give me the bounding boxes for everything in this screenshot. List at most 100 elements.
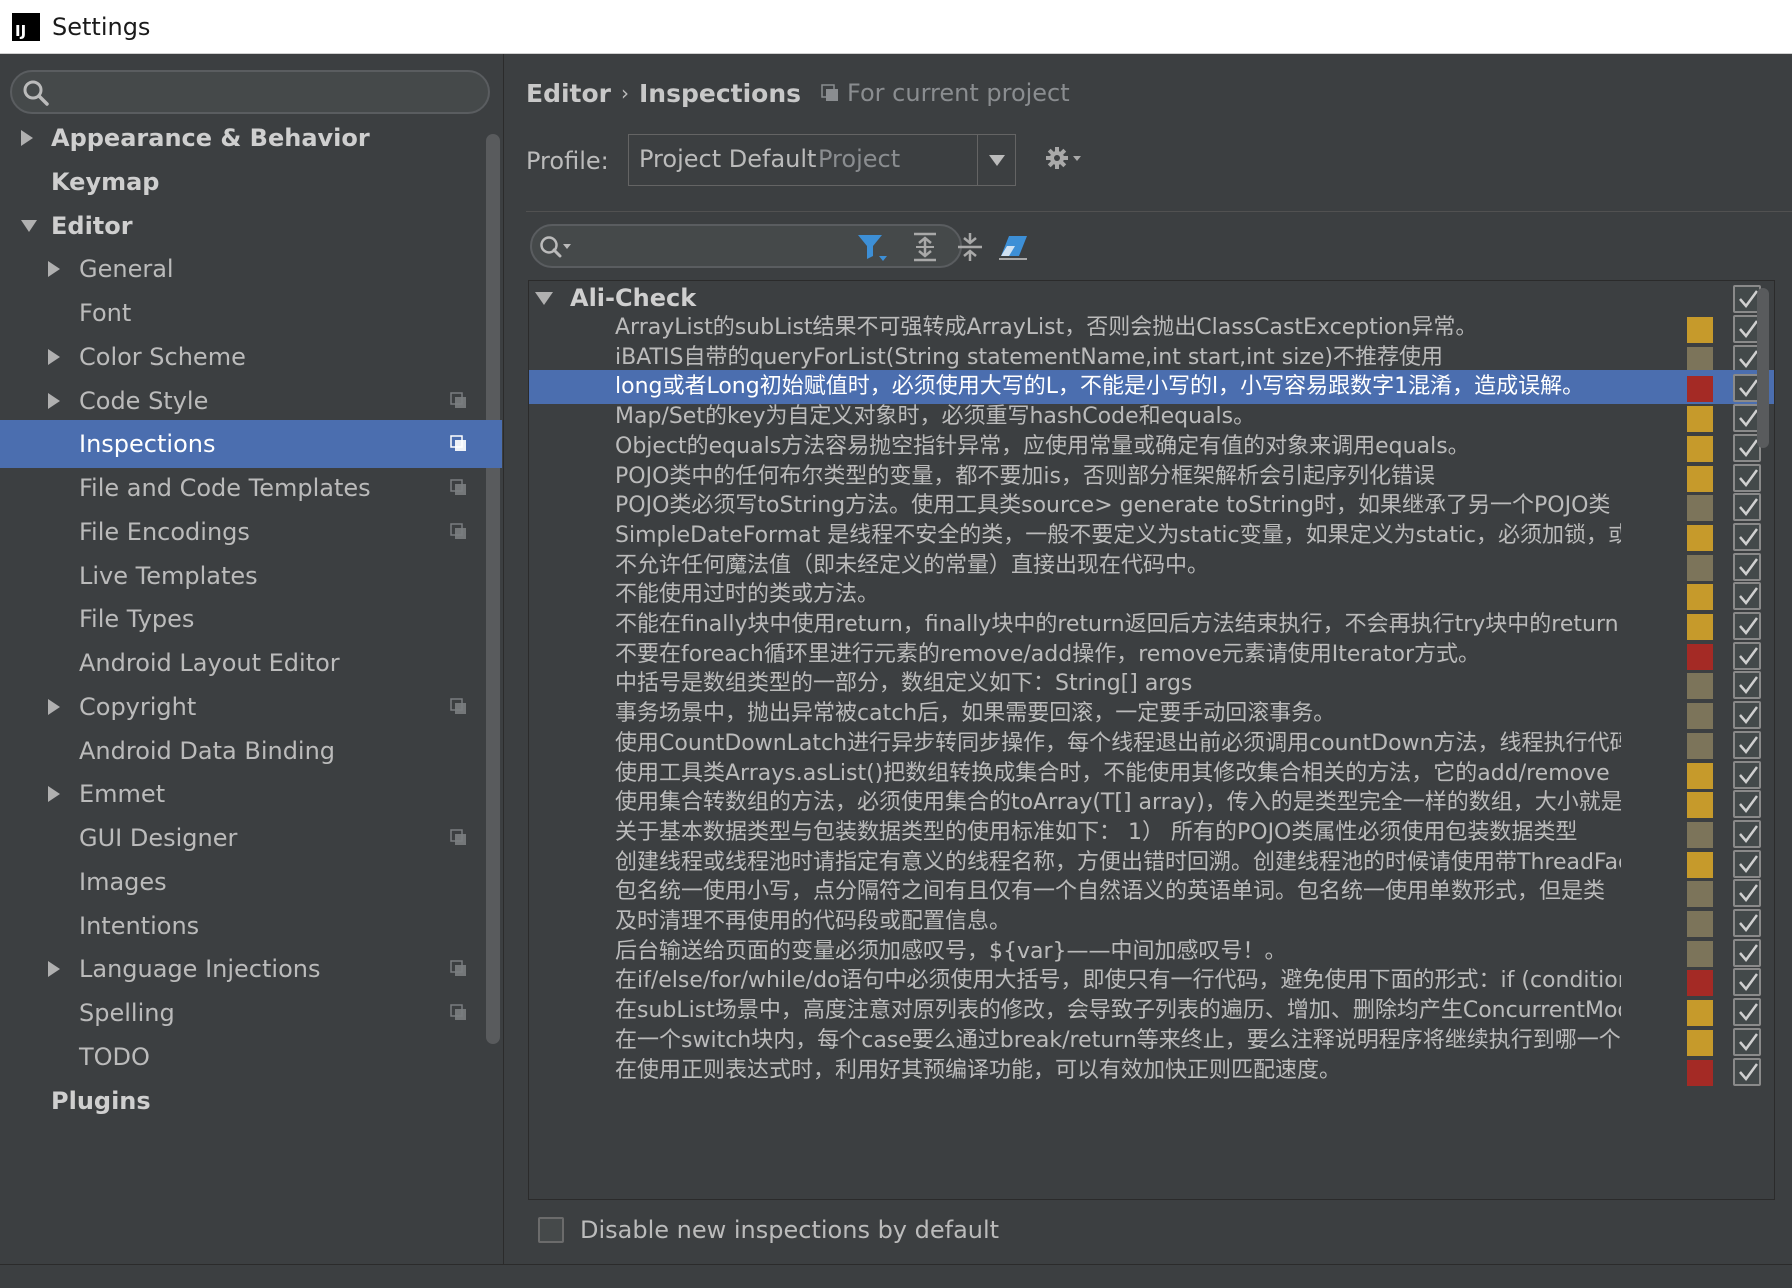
inspection-checkbox[interactable] bbox=[1733, 552, 1761, 581]
sidebar-item-font[interactable]: Font bbox=[0, 289, 502, 337]
dropdown-divider bbox=[977, 135, 978, 185]
chevron-down-icon[interactable] bbox=[535, 292, 553, 305]
inspection-checkbox[interactable] bbox=[1733, 849, 1761, 878]
severity-indicator bbox=[1687, 465, 1713, 492]
reset-eraser-icon[interactable] bbox=[997, 230, 1031, 264]
sidebar-item-intentions[interactable]: Intentions bbox=[0, 902, 502, 950]
inspections-scrollbar[interactable] bbox=[1757, 288, 1769, 448]
checkmark-icon bbox=[1739, 290, 1759, 309]
inspection-name: POJO类中的任何布尔类型的变量，都不要加is，否则部分框架解析会引起序列化错误 bbox=[615, 463, 1435, 489]
project-scope-icon bbox=[450, 479, 466, 495]
sidebar-item-label: File and Code Templates bbox=[79, 474, 371, 502]
expand-all-icon[interactable] bbox=[908, 230, 942, 264]
sidebar-item-live-templates[interactable]: Live Templates bbox=[0, 552, 502, 600]
gear-icon[interactable] bbox=[1043, 142, 1083, 174]
chevron-right-icon[interactable] bbox=[48, 348, 60, 365]
profile-scope: Project bbox=[818, 145, 901, 173]
sidebar-item-android-layout-editor[interactable]: Android Layout Editor bbox=[0, 639, 502, 687]
sidebar-item-general[interactable]: General bbox=[0, 245, 502, 293]
inspection-name: 及时清理不再使用的代码段或配置信息。 bbox=[615, 909, 1012, 934]
disable-new-checkbox[interactable] bbox=[538, 1217, 564, 1243]
group-name: Ali-Check bbox=[570, 284, 697, 312]
sidebar-item-spelling[interactable]: Spelling bbox=[0, 989, 502, 1037]
sidebar-item-editor[interactable]: Editor bbox=[0, 202, 502, 250]
inspection-name: SimpleDateFormat 是线程不安全的类，一般不要定义为static变… bbox=[615, 522, 1621, 548]
checkmark-icon bbox=[1739, 1062, 1759, 1081]
severity-indicator bbox=[1687, 643, 1713, 670]
sidebar-item-file-encodings[interactable]: File Encodings bbox=[0, 508, 502, 556]
inspection-checkbox[interactable] bbox=[1733, 879, 1761, 908]
project-scope-icon bbox=[450, 698, 466, 714]
inspection-checkbox[interactable] bbox=[1733, 493, 1761, 522]
sidebar-item-file-types[interactable]: File Types bbox=[0, 595, 502, 643]
inspection-checkbox[interactable] bbox=[1733, 760, 1761, 789]
inspection-checkbox[interactable] bbox=[1733, 641, 1761, 670]
severity-indicator bbox=[1687, 376, 1713, 403]
collapse-all-icon[interactable] bbox=[953, 230, 987, 264]
profile-name: Project Default bbox=[639, 145, 817, 173]
inspection-checkbox[interactable] bbox=[1733, 522, 1761, 551]
sidebar-item-plugins[interactable]: Plugins bbox=[0, 1077, 502, 1125]
severity-indicator bbox=[1687, 435, 1713, 462]
chevron-right-icon[interactable] bbox=[48, 261, 60, 278]
checkmark-icon bbox=[1739, 914, 1759, 933]
sidebar-item-file-and-code-templates[interactable]: File and Code Templates bbox=[0, 464, 502, 512]
project-scope-icon bbox=[450, 391, 466, 408]
sidebar-item-android-data-binding[interactable]: Android Data Binding bbox=[0, 727, 502, 775]
severity-indicator bbox=[1687, 495, 1713, 522]
inspection-checkbox[interactable] bbox=[1733, 968, 1761, 997]
sidebar-item-images[interactable]: Images bbox=[0, 858, 502, 906]
inspection-name: 不能使用过时的类或方法。 bbox=[615, 582, 880, 608]
sidebar-item-color-scheme[interactable]: Color Scheme bbox=[0, 333, 502, 381]
sidebar-item-label: Editor bbox=[51, 211, 133, 240]
inspection-name: 关于基本数据类型与包装数据类型的使用标准如下： 1） 所有的POJO类属性必须使… bbox=[615, 819, 1578, 845]
sidebar-item-label: File Types bbox=[79, 605, 195, 634]
sidebar-item-gui-designer[interactable]: GUI Designer bbox=[0, 814, 502, 862]
chevron-right-icon[interactable] bbox=[48, 786, 60, 803]
inspection-checkbox[interactable] bbox=[1733, 819, 1761, 848]
inspection-name: 使用集合转数组的方法，必须使用集合的toArray(T[] array)，传入的… bbox=[615, 790, 1621, 816]
inspection-name: POJO类必须写toString方法。使用工具类source> generate… bbox=[615, 493, 1611, 519]
inspection-checkbox[interactable] bbox=[1733, 701, 1761, 730]
sidebar-item-todo[interactable]: TODO bbox=[0, 1033, 502, 1081]
inspection-checkbox[interactable] bbox=[1733, 612, 1761, 640]
checkmark-icon bbox=[1739, 736, 1759, 754]
chevron-right-icon[interactable] bbox=[48, 392, 60, 409]
inspection-checkbox[interactable] bbox=[1733, 790, 1761, 819]
inspection-checkbox[interactable] bbox=[1733, 938, 1761, 967]
inspection-checkbox[interactable] bbox=[1733, 1057, 1761, 1086]
inspection-filter-input[interactable] bbox=[530, 224, 962, 268]
chevron-right-icon[interactable] bbox=[48, 961, 60, 978]
filter-icon[interactable] bbox=[855, 230, 889, 264]
chevron-down-icon[interactable] bbox=[21, 219, 37, 232]
inspection-name: 不允许任何魔法值（即未经定义的常量）直接出现在代码中。 bbox=[615, 552, 1210, 578]
sidebar-item-copyright[interactable]: Copyright bbox=[0, 683, 502, 731]
checkmark-icon bbox=[1739, 379, 1759, 398]
checkmark-icon bbox=[1739, 676, 1759, 695]
inspection-checkbox[interactable] bbox=[1733, 582, 1761, 611]
sidebar-search-input[interactable] bbox=[10, 70, 490, 114]
sidebar-item-keymap[interactable]: Keymap bbox=[0, 158, 502, 206]
checkmark-icon bbox=[1739, 528, 1759, 546]
inspection-checkbox[interactable] bbox=[1733, 1027, 1761, 1056]
profile-dropdown[interactable]: Project Default Project bbox=[628, 134, 1016, 186]
inspection-row[interactable]: 在使用正则表达式时，利用好其预编译功能，可以有效加快正则匹配速度。 bbox=[529, 1054, 1774, 1088]
checkmark-icon bbox=[1739, 706, 1759, 725]
sidebar-item-inspections[interactable]: Inspections bbox=[0, 420, 502, 469]
inspection-checkbox[interactable] bbox=[1733, 671, 1761, 700]
chevron-right-icon[interactable] bbox=[48, 698, 60, 715]
group-row-ali-check[interactable]: Ali-Check bbox=[529, 281, 1774, 315]
disable-new-inspections-option[interactable]: Disable new inspections by default bbox=[538, 1214, 999, 1246]
sidebar-item-appearance-behavior[interactable]: Appearance & Behavior bbox=[0, 114, 502, 162]
inspection-checkbox[interactable] bbox=[1733, 998, 1761, 1027]
project-scope-icon bbox=[450, 523, 466, 539]
sidebar-item-language-injections[interactable]: Language Injections bbox=[0, 945, 502, 993]
inspection-checkbox[interactable] bbox=[1733, 463, 1761, 492]
sidebar-item-emmet[interactable]: Emmet bbox=[0, 770, 502, 818]
inspection-checkbox[interactable] bbox=[1733, 909, 1761, 937]
inspection-checkbox[interactable] bbox=[1733, 730, 1761, 759]
checkmark-icon bbox=[1739, 973, 1759, 992]
sidebar-item-code-style[interactable]: Code Style bbox=[0, 377, 502, 425]
window-title: Settings bbox=[52, 12, 151, 41]
chevron-right-icon[interactable] bbox=[21, 130, 33, 146]
